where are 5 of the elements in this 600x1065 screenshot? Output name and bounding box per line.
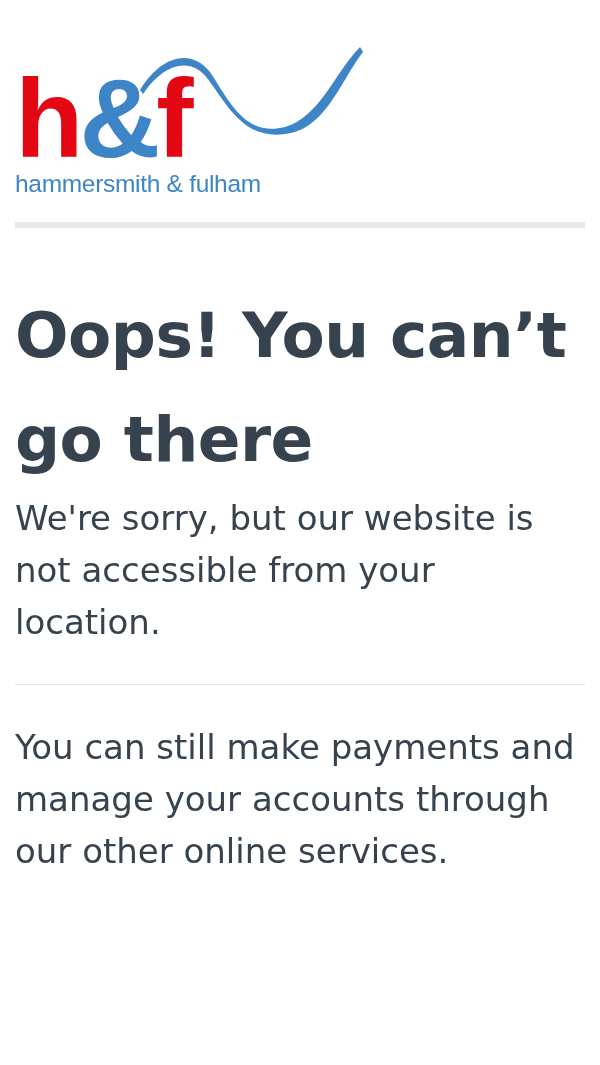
info-text: You can still make payments and manage your accounts through our other online services. xyxy=(15,726,576,873)
logo-name: hammersmith & fulham xyxy=(15,172,261,197)
logo-mark: h&f xyxy=(15,74,190,164)
page-heading: Oops! You can’t go there xyxy=(15,298,568,478)
error-message: We're sorry, but our website is not accessible from your location. xyxy=(15,497,535,644)
